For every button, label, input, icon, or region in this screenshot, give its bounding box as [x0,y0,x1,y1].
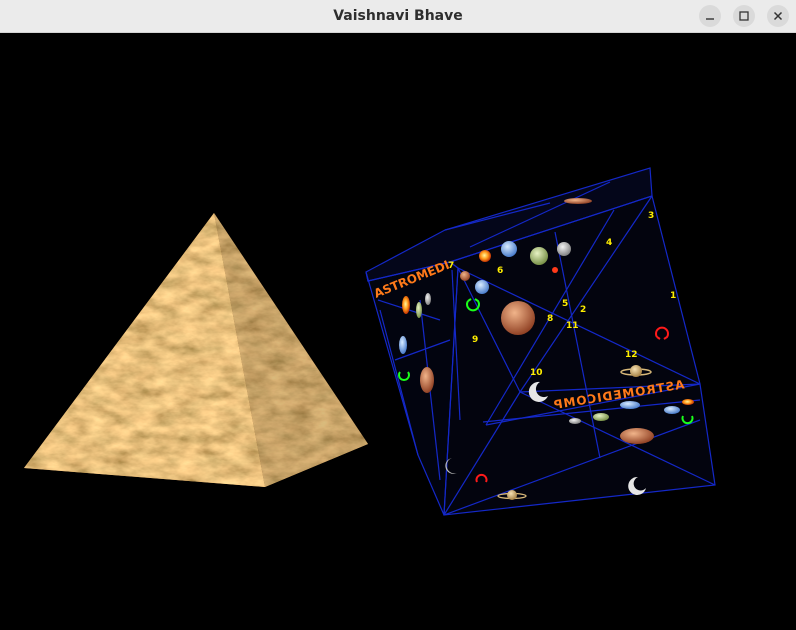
minimize-icon [706,18,714,20]
scene-svg: ASTROMEDI ASTROMEDICOMP 1 2 3 4 5 6 7 8 … [24,167,716,516]
textured-pyramid [24,213,368,487]
house-number: 11 [566,321,579,331]
window-title: Vaishnavi Bhave [333,8,463,24]
house-number: 9 [472,335,478,345]
house-number: 12 [625,350,638,360]
sun-icon [479,250,491,262]
maximize-icon [739,11,749,21]
house-number: 5 [562,299,568,309]
house-number: 1 [670,291,676,301]
house-number: 7 [448,261,454,271]
moon-icon [557,242,571,256]
jupiter-icon [530,247,548,265]
venus-icon [460,271,470,281]
neptune-lower-icon [664,406,680,414]
house-number: 6 [497,266,503,276]
minimize-button[interactable] [699,5,721,27]
astro-cube: ASTROMEDI ASTROMEDICOMP 1 2 3 4 5 6 7 8 … [365,167,716,516]
opengl-canvas[interactable]: ASTROMEDI ASTROMEDICOMP 1 2 3 4 5 6 7 8 … [0,34,796,630]
mars-side-icon [420,367,434,393]
close-button[interactable] [767,5,789,27]
title-bar[interactable]: Vaishnavi Bhave [0,0,796,33]
mercury-icon [552,267,558,273]
sun-side-icon [402,296,410,314]
uranus-icon [501,241,517,257]
house-number: 4 [606,238,612,248]
jupiter-lower-icon [593,413,609,421]
mars-icon [501,301,535,335]
neptune-side-icon [399,336,407,354]
mars-top-icon [564,198,592,204]
jupiter-side-icon [416,302,422,318]
app-window: Vaishnavi Bhave ASTROMEDI ASTROMEDICOMP … [0,0,796,630]
house-number: 2 [580,305,586,315]
uranus-lower-icon [620,401,640,409]
house-number: 8 [547,314,553,324]
maximize-button[interactable] [733,5,755,27]
moon-lower-icon [569,418,581,424]
mars-lower-icon [620,428,654,444]
moon-side-icon [425,293,431,305]
neptune-icon [475,280,489,294]
sun-lower-icon [682,399,694,405]
house-number: 3 [648,211,654,221]
house-number: 10 [530,368,543,378]
close-icon [773,11,783,21]
